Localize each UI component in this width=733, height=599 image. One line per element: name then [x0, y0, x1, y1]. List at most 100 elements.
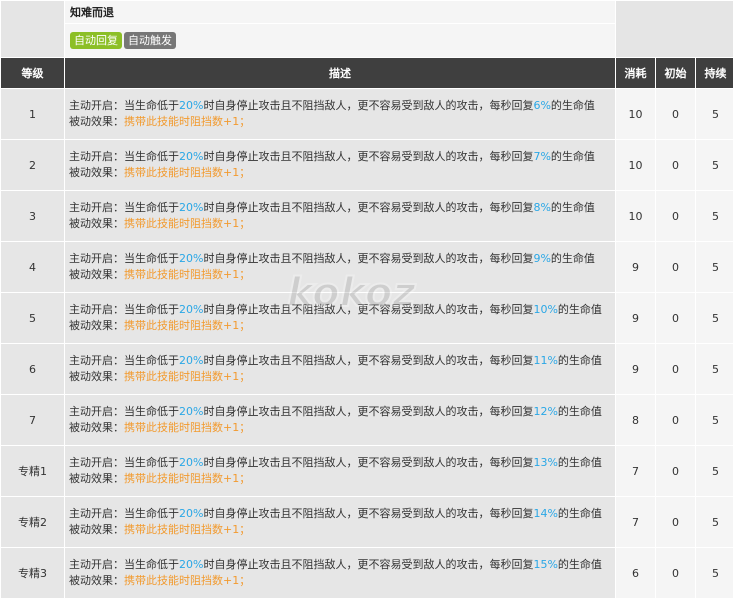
row-initial: 0	[656, 446, 695, 496]
row-initial: 0	[656, 497, 695, 547]
heal-percent: 13%	[533, 456, 558, 469]
heal-percent: 9%	[533, 252, 551, 265]
passive-text: 携带此技能时阻挡数+1；	[124, 421, 251, 434]
passive-text: 携带此技能时阻挡数+1；	[124, 268, 251, 281]
header-cost: 消耗	[616, 58, 655, 88]
row-level: 5	[1, 293, 64, 343]
table-row: 6 主动开启：当生命低于20%时自身停止攻击且不阻挡敌人，更不容易受到敌人的攻击，…	[1, 344, 733, 394]
heal-percent: 6%	[533, 99, 551, 112]
passive-effect: 被动效果：携带此技能时阻挡数+1；	[69, 268, 251, 281]
row-description: 主动开启：当生命低于20%时自身停止攻击且不阻挡敌人，更不容易受到敌人的攻击，每…	[65, 89, 615, 139]
row-level: 6	[1, 344, 64, 394]
row-initial: 0	[656, 242, 695, 292]
row-duration: 5	[696, 344, 733, 394]
passive-text: 携带此技能时阻挡数+1；	[124, 523, 251, 536]
row-level: 专精3	[1, 548, 64, 598]
row-duration: 5	[696, 497, 733, 547]
row-initial: 0	[656, 89, 695, 139]
row-initial: 0	[656, 191, 695, 241]
row-initial: 0	[656, 344, 695, 394]
row-level: 1	[1, 89, 64, 139]
passive-text: 携带此技能时阻挡数+1；	[124, 166, 251, 179]
row-description: 主动开启：当生命低于20%时自身停止攻击且不阻挡敌人，更不容易受到敌人的攻击，每…	[65, 446, 615, 496]
hp-threshold: 20%	[179, 507, 204, 520]
active-effect: 主动开启：当生命低于20%时自身停止攻击且不阻挡敌人，更不容易受到敌人的攻击，每…	[69, 150, 595, 163]
row-description: 主动开启：当生命低于20%时自身停止攻击且不阻挡敌人，更不容易受到敌人的攻击，每…	[65, 140, 615, 190]
row-initial: 0	[656, 548, 695, 598]
passive-effect: 被动效果：携带此技能时阻挡数+1；	[69, 523, 251, 536]
hp-threshold: 20%	[179, 99, 204, 112]
passive-effect: 被动效果：携带此技能时阻挡数+1；	[69, 166, 251, 179]
passive-text: 携带此技能时阻挡数+1；	[124, 115, 251, 128]
row-initial: 0	[656, 395, 695, 445]
heal-percent: 11%	[533, 354, 558, 367]
row-duration: 5	[696, 140, 733, 190]
row-description: 主动开启：当生命低于20%时自身停止攻击且不阻挡敌人，更不容易受到敌人的攻击，每…	[65, 395, 615, 445]
row-description: 主动开启：当生命低于20%时自身停止攻击且不阻挡敌人，更不容易受到敌人的攻击，每…	[65, 548, 615, 598]
row-cost: 10	[616, 89, 655, 139]
row-cost: 10	[616, 140, 655, 190]
heal-percent: 12%	[533, 405, 558, 418]
active-effect: 主动开启：当生命低于20%时自身停止攻击且不阻挡敌人，更不容易受到敌人的攻击，每…	[69, 201, 595, 214]
passive-effect: 被动效果：携带此技能时阻挡数+1；	[69, 421, 251, 434]
hp-threshold: 20%	[179, 252, 204, 265]
row-level: 4	[1, 242, 64, 292]
row-level: 7	[1, 395, 64, 445]
row-level: 3	[1, 191, 64, 241]
skill-table: 知难而退 自动回复 自动触发 等级 描述 消耗 初始 持续 1 主动开启：当生命低于…	[0, 0, 733, 599]
row-description: 主动开启：当生命低于20%时自身停止攻击且不阻挡敌人，更不容易受到敌人的攻击，每…	[65, 344, 615, 394]
row-initial: 0	[656, 140, 695, 190]
active-effect: 主动开启：当生命低于20%时自身停止攻击且不阻挡敌人，更不容易受到敌人的攻击，每…	[69, 507, 602, 520]
table-row: 5 主动开启：当生命低于20%时自身停止攻击且不阻挡敌人，更不容易受到敌人的攻击，…	[1, 293, 733, 343]
table-body: 1 主动开启：当生命低于20%时自身停止攻击且不阻挡敌人，更不容易受到敌人的攻击，…	[1, 89, 733, 598]
row-duration: 5	[696, 446, 733, 496]
row-cost: 9	[616, 344, 655, 394]
hp-threshold: 20%	[179, 150, 204, 163]
passive-text: 携带此技能时阻挡数+1；	[124, 472, 251, 485]
tag-auto-recovery[interactable]: 自动回复	[70, 32, 122, 49]
table-row: 7 主动开启：当生命低于20%时自身停止攻击且不阻挡敌人，更不容易受到敌人的攻击，…	[1, 395, 733, 445]
active-effect: 主动开启：当生命低于20%时自身停止攻击且不阻挡敌人，更不容易受到敌人的攻击，每…	[69, 558, 602, 571]
table-row: 专精3 主动开启：当生命低于20%时自身停止攻击且不阻挡敌人，更不容易受到敌人的攻…	[1, 548, 733, 598]
heal-percent: 7%	[533, 150, 551, 163]
active-effect: 主动开启：当生命低于20%时自身停止攻击且不阻挡敌人，更不容易受到敌人的攻击，每…	[69, 354, 602, 367]
row-duration: 5	[696, 395, 733, 445]
active-effect: 主动开启：当生命低于20%时自身停止攻击且不阻挡敌人，更不容易受到敌人的攻击，每…	[69, 456, 602, 469]
row-cost: 9	[616, 293, 655, 343]
hp-threshold: 20%	[179, 201, 204, 214]
skill-name: 知难而退	[65, 1, 615, 23]
skill-tags: 自动回复 自动触发	[65, 24, 615, 57]
row-level: 专精2	[1, 497, 64, 547]
active-effect: 主动开启：当生命低于20%时自身停止攻击且不阻挡敌人，更不容易受到敌人的攻击，每…	[69, 99, 595, 112]
hp-threshold: 20%	[179, 456, 204, 469]
heal-percent: 14%	[533, 507, 558, 520]
header-desc: 描述	[65, 58, 615, 88]
table-row: 1 主动开启：当生命低于20%时自身停止攻击且不阻挡敌人，更不容易受到敌人的攻击，…	[1, 89, 733, 139]
hp-threshold: 20%	[179, 558, 204, 571]
table-row: 专精1 主动开启：当生命低于20%时自身停止攻击且不阻挡敌人，更不容易受到敌人的攻…	[1, 446, 733, 496]
header-level: 等级	[1, 58, 64, 88]
passive-text: 携带此技能时阻挡数+1；	[124, 319, 251, 332]
passive-text: 携带此技能时阻挡数+1；	[124, 574, 251, 587]
row-duration: 5	[696, 293, 733, 343]
heal-percent: 8%	[533, 201, 551, 214]
row-cost: 6	[616, 548, 655, 598]
row-cost: 8	[616, 395, 655, 445]
hp-threshold: 20%	[179, 303, 204, 316]
header-initial: 初始	[656, 58, 695, 88]
row-cost: 10	[616, 191, 655, 241]
row-level: 专精1	[1, 446, 64, 496]
passive-text: 携带此技能时阻挡数+1；	[124, 370, 251, 383]
row-duration: 5	[696, 242, 733, 292]
passive-effect: 被动效果：携带此技能时阻挡数+1；	[69, 319, 251, 332]
table-row: 2 主动开启：当生命低于20%时自身停止攻击且不阻挡敌人，更不容易受到敌人的攻击，…	[1, 140, 733, 190]
tag-auto-trigger[interactable]: 自动触发	[124, 32, 176, 49]
passive-effect: 被动效果：携带此技能时阻挡数+1；	[69, 115, 251, 128]
row-cost: 7	[616, 497, 655, 547]
row-description: 主动开启：当生命低于20%时自身停止攻击且不阻挡敌人，更不容易受到敌人的攻击，每…	[65, 191, 615, 241]
passive-effect: 被动效果：携带此技能时阻挡数+1；	[69, 370, 251, 383]
table-row: 专精2 主动开启：当生命低于20%时自身停止攻击且不阻挡敌人，更不容易受到敌人的攻…	[1, 497, 733, 547]
active-effect: 主动开启：当生命低于20%时自身停止攻击且不阻挡敌人，更不容易受到敌人的攻击，每…	[69, 303, 602, 316]
passive-effect: 被动效果：携带此技能时阻挡数+1；	[69, 217, 251, 230]
row-description: 主动开启：当生命低于20%时自身停止攻击且不阻挡敌人，更不容易受到敌人的攻击，每…	[65, 497, 615, 547]
